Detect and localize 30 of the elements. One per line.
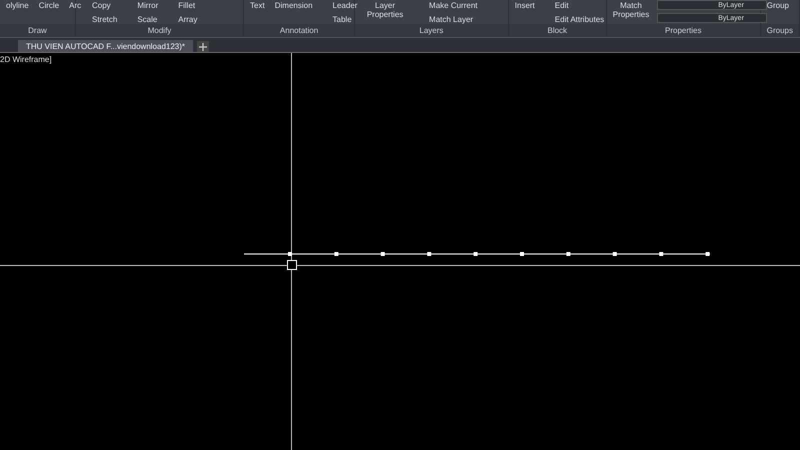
ribbon-tool-button[interactable]: Make Current bbox=[417, 0, 480, 11]
viewport-label[interactable]: 2D Wireframe] bbox=[0, 55, 52, 64]
panel-title[interactable]: Groups bbox=[760, 24, 799, 37]
panel-title[interactable]: Block bbox=[508, 24, 606, 37]
ribbon-tool-button[interactable]: Mirror bbox=[125, 0, 160, 11]
ribbon-tool-button[interactable]: Table bbox=[320, 14, 360, 25]
ribbon-tool-button[interactable]: Scale bbox=[125, 14, 160, 25]
ribbon-tool-button[interactable]: Circle bbox=[36, 0, 62, 11]
ribbon-tool-button[interactable]: Leader bbox=[320, 0, 360, 11]
panel-title[interactable]: Modify bbox=[76, 24, 244, 37]
ribbon-tool-button[interactable]: Edit bbox=[542, 0, 606, 11]
ribbon-tool-button[interactable]: Array bbox=[166, 14, 200, 25]
panel-title[interactable]: Draw bbox=[0, 24, 75, 37]
file-tab[interactable]: THU VIEN AUTOCAD F...viendownload123)* bbox=[18, 40, 194, 52]
ribbon-tool-button[interactable]: Fillet bbox=[166, 0, 200, 11]
panel-title[interactable]: Annotation bbox=[244, 24, 354, 37]
ribbon-tool-button[interactable]: Edit Attributes bbox=[542, 14, 606, 25]
ribbon-tool-button[interactable]: Match Properties bbox=[610, 0, 652, 20]
ribbon-tool-button[interactable]: Stretch bbox=[80, 14, 120, 25]
ribbon-tool-button[interactable]: Layer Properties bbox=[359, 0, 412, 20]
pickbox-icon bbox=[287, 260, 297, 270]
panel-title[interactable]: Layers bbox=[355, 24, 508, 37]
ribbon-tool-button[interactable]: Dimension bbox=[272, 0, 315, 11]
ribbon-tool-button[interactable]: Group bbox=[764, 0, 791, 11]
ribbon-tool-button[interactable]: Match Layer bbox=[417, 14, 480, 25]
ribbon-tool-button[interactable]: Insert bbox=[512, 0, 537, 11]
ribbon-tool-button[interactable]: olyline bbox=[4, 0, 31, 11]
plus-icon[interactable] bbox=[197, 41, 210, 52]
ribbon-tool-button[interactable]: Text bbox=[248, 0, 267, 11]
panel-title[interactable]: Properties bbox=[606, 24, 760, 37]
